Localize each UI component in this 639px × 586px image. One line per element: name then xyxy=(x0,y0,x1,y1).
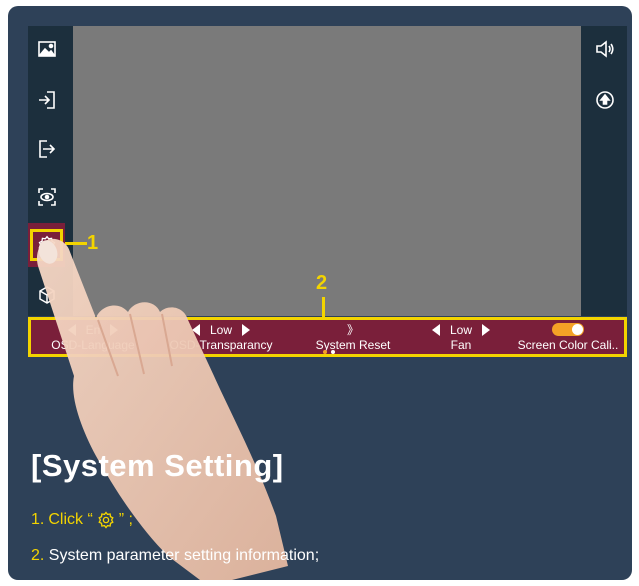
instruction-step-1: 1. Click “ ” ; xyxy=(31,511,133,529)
eye-scan-icon[interactable] xyxy=(34,184,59,209)
input-icon[interactable] xyxy=(34,87,59,112)
image-icon[interactable] xyxy=(34,36,59,61)
setting-fan[interactable]: Low Fan xyxy=(401,320,521,354)
setting-screen-color-calibration[interactable]: Screen Color Cali.. xyxy=(509,320,627,354)
page-indicator xyxy=(323,350,335,354)
screen-color-toggle[interactable] xyxy=(552,323,584,336)
step-text-end: ” ; xyxy=(118,511,133,528)
arrow-left-icon[interactable] xyxy=(431,323,440,336)
page-heading: [System Setting] xyxy=(31,448,284,483)
gear-icon xyxy=(98,511,114,529)
step-number: 1. xyxy=(31,511,45,528)
setting-value: Low xyxy=(449,322,472,337)
callout-2-line xyxy=(322,297,325,317)
step-text: Click “ xyxy=(48,511,93,528)
output-icon[interactable] xyxy=(34,136,59,161)
instruction-step-2: 2. System parameter setting information; xyxy=(31,547,319,565)
step-text: System parameter setting information; xyxy=(48,547,320,564)
double-chevron-right-icon: 》 xyxy=(346,323,359,337)
setting-label: Screen Color Cali.. xyxy=(517,338,619,352)
page-dot xyxy=(331,350,335,354)
right-toolbar xyxy=(581,26,627,316)
arrow-right-icon[interactable] xyxy=(482,323,490,336)
setting-label: Fan xyxy=(450,338,472,352)
upload-icon[interactable] xyxy=(592,87,617,112)
speaker-icon[interactable] xyxy=(592,36,617,61)
instruction-card: 1 2 En OSD-Language Low OSD-Transparancy… xyxy=(8,6,632,580)
step-number: 2. xyxy=(31,547,45,564)
page-dot-active xyxy=(323,350,327,354)
